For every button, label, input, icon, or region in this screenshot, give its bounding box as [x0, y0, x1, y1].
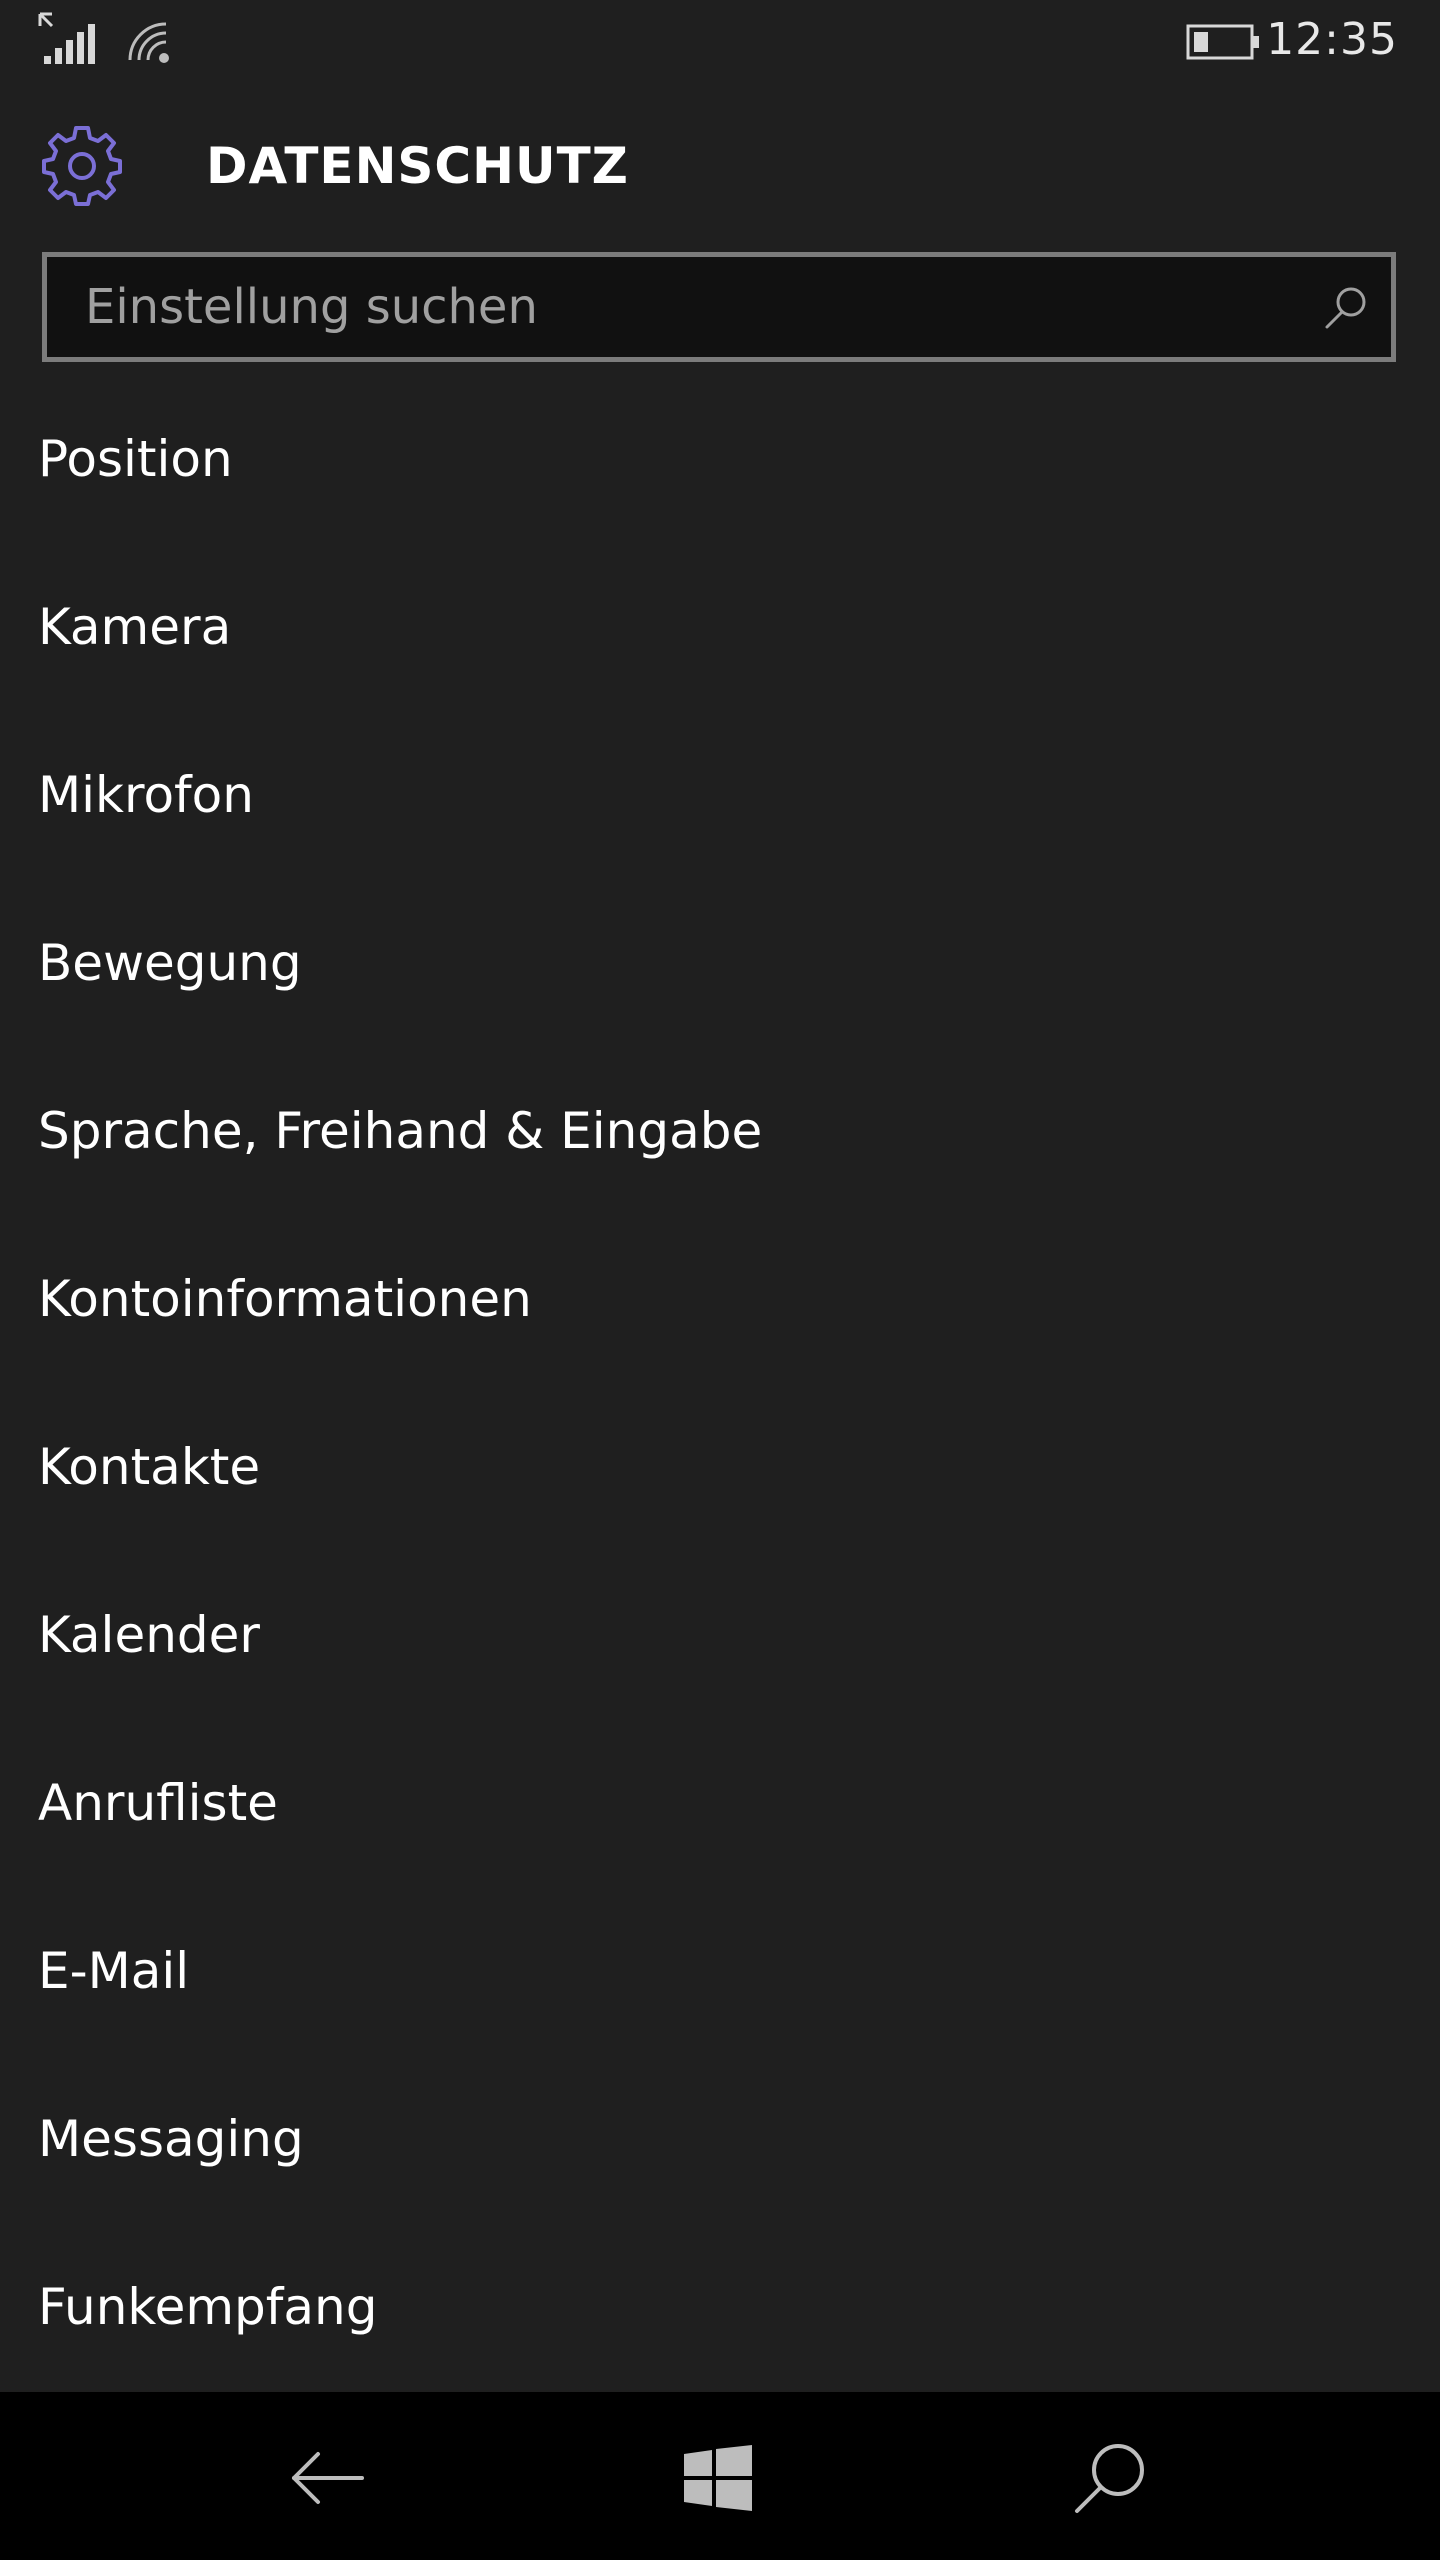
list-item-label: Messaging	[38, 2110, 304, 2168]
signal-icon	[38, 12, 95, 64]
list-item-label: Bewegung	[38, 934, 302, 992]
back-arrow-icon	[292, 2452, 364, 2504]
list-item-label: Anrufliste	[38, 1774, 278, 1832]
page-title: DATENSCHUTZ	[206, 137, 629, 195]
list-item-kamera[interactable]: Kamera	[0, 578, 1440, 746]
list-item-label: Funkempfang	[38, 2278, 378, 2336]
gear-icon	[42, 126, 122, 206]
list-item-label: E-Mail	[38, 1942, 190, 2000]
list-item-kontakte[interactable]: Kontakte	[0, 1418, 1440, 1586]
list-item-bewegung[interactable]: Bewegung	[0, 914, 1440, 1082]
list-item-label: Kalender	[38, 1606, 260, 1664]
status-bar: 12:35	[0, 0, 1440, 80]
list-item-position[interactable]: Position	[0, 410, 1440, 578]
list-item-label: Kontoinformationen	[38, 1270, 532, 1328]
search-button[interactable]	[1060, 2428, 1160, 2528]
list-item-label: Kamera	[38, 598, 232, 656]
list-item-messaging[interactable]: Messaging	[0, 2090, 1440, 2258]
list-item-label: Mikrofon	[38, 766, 254, 824]
search-box[interactable]	[42, 252, 1396, 362]
list-item-anrufliste[interactable]: Anrufliste	[0, 1754, 1440, 1922]
list-item-label: Sprache, Freihand & Eingabe	[38, 1102, 763, 1160]
start-button[interactable]	[668, 2428, 768, 2528]
page-header: DATENSCHUTZ	[0, 110, 1440, 220]
list-item-kalender[interactable]: Kalender	[0, 1586, 1440, 1754]
search-icon[interactable]	[1323, 285, 1369, 331]
back-button[interactable]	[278, 2428, 378, 2528]
list-item-email[interactable]: E-Mail	[0, 1922, 1440, 2090]
settings-screen: 12:35 DATENSCHUTZ Position Kamera Mikrof…	[0, 0, 1440, 2560]
list-item-sprache[interactable]: Sprache, Freihand & Eingabe	[0, 1082, 1440, 1250]
list-item-kontoinformationen[interactable]: Kontoinformationen	[0, 1250, 1440, 1418]
windows-logo-icon	[684, 2445, 752, 2511]
battery-icon	[1186, 24, 1259, 60]
list-item-mikrofon[interactable]: Mikrofon	[0, 746, 1440, 914]
privacy-settings-list: Position Kamera Mikrofon Bewegung Sprach…	[0, 410, 1440, 2426]
status-clock: 12:35	[1266, 14, 1398, 65]
search-input[interactable]	[47, 257, 1277, 357]
wifi-icon	[128, 22, 169, 63]
list-item-label: Kontakte	[38, 1438, 261, 1496]
search-icon	[1075, 2444, 1144, 2513]
navigation-bar	[0, 2392, 1440, 2560]
list-item-label: Position	[38, 430, 233, 488]
